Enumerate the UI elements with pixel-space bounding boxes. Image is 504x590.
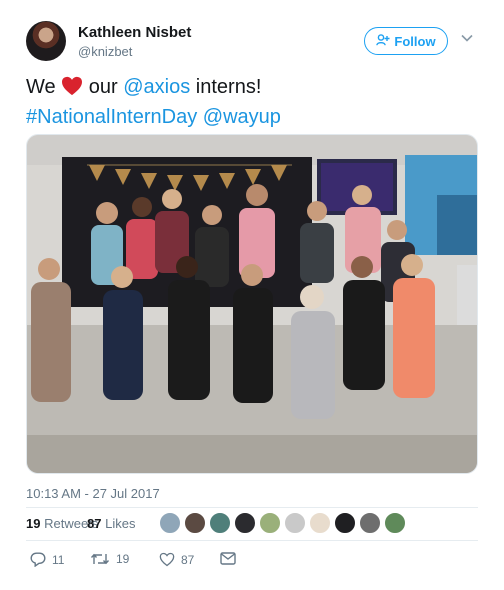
- tweet-photo[interactable]: [26, 134, 478, 474]
- mention-axios-link[interactable]: @axios: [123, 76, 190, 98]
- liker-avatar[interactable]: [359, 512, 381, 534]
- reply-icon: [30, 552, 46, 567]
- add-user-icon: [376, 33, 390, 49]
- likes-count: 87: [87, 516, 102, 531]
- liker-avatar[interactable]: [309, 512, 331, 534]
- like-action[interactable]: 87: [159, 552, 194, 567]
- hashtag-link[interactable]: #NationalInternDay: [26, 106, 197, 128]
- liker-avatar[interactable]: [184, 512, 206, 534]
- tweet-word-interns: interns!: [195, 76, 262, 98]
- author-avatar[interactable]: [26, 21, 66, 61]
- envelope-icon: [220, 552, 236, 565]
- retweet-action[interactable]: 19: [90, 552, 129, 566]
- tweet-text: We our @axios interns! #NationalInternDa…: [26, 74, 476, 131]
- liker-avatar[interactable]: [209, 512, 231, 534]
- liker-avatar[interactable]: [334, 512, 356, 534]
- mention-wayup-link[interactable]: @wayup: [203, 106, 281, 128]
- divider-bottom: [26, 540, 478, 541]
- follow-button[interactable]: Follow: [364, 27, 448, 55]
- liker-avatar[interactable]: [284, 512, 306, 534]
- reply-count: 11: [52, 552, 65, 567]
- tweet-header: Kathleen Nisbet @knizbet Follow: [26, 18, 478, 62]
- heart-emoji-icon: [61, 76, 83, 104]
- tweet-actions: 11 19 87: [26, 552, 326, 572]
- tweet-timestamp[interactable]: 10:13 AM - 27 Jul 2017: [26, 486, 160, 501]
- likes-stat[interactable]: 87 Likes: [87, 516, 135, 531]
- liker-avatar[interactable]: [234, 512, 256, 534]
- chevron-down-icon[interactable]: [458, 29, 476, 47]
- follow-label: Follow: [394, 33, 436, 49]
- liker-avatar[interactable]: [384, 512, 406, 534]
- reply-action[interactable]: 11: [30, 552, 64, 567]
- liker-avatar[interactable]: [159, 512, 181, 534]
- tweet-word-we: We: [26, 76, 56, 98]
- retweet-count: 19: [116, 552, 130, 566]
- author-handle[interactable]: @knizbet: [78, 44, 132, 59]
- tweet-word-our: our: [88, 76, 118, 98]
- like-count: 87: [181, 552, 195, 567]
- retweets-count: 19: [26, 516, 41, 531]
- tweet-stats: 19 Retweets 87 Likes: [26, 508, 478, 538]
- direct-message-action[interactable]: [220, 552, 236, 565]
- author-name[interactable]: Kathleen Nisbet: [78, 24, 191, 41]
- liker-avatars: [159, 512, 406, 534]
- heart-icon: [159, 552, 175, 567]
- liker-avatar[interactable]: [259, 512, 281, 534]
- retweet-icon: [90, 552, 110, 566]
- likes-label: Likes: [105, 516, 136, 531]
- group-photo-image: [27, 135, 477, 473]
